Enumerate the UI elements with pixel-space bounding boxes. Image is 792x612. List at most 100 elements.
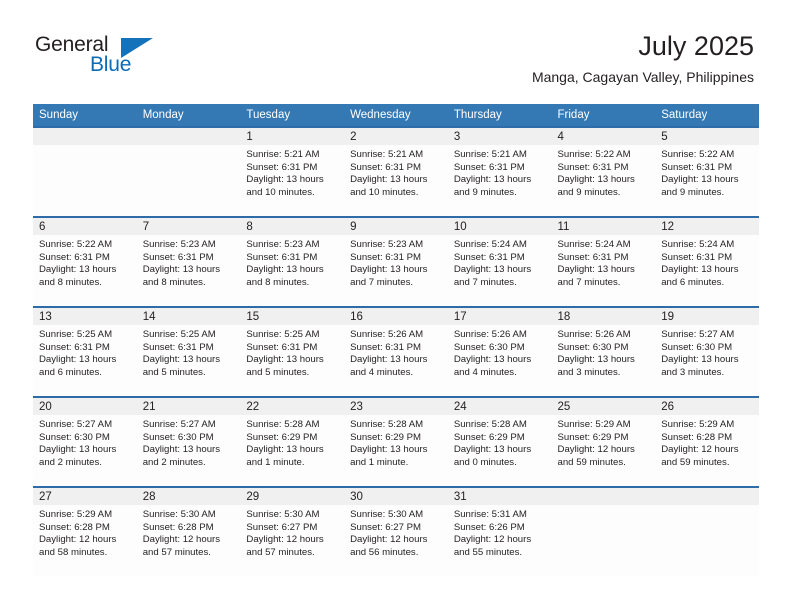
calendar-day-cell[interactable]: 2 Sunrise: 5:21 AM Sunset: 6:31 PM Daylight…	[344, 127, 448, 217]
day-daylight-text: and 0 minutes.	[453, 456, 517, 468]
calendar-day-cell[interactable]: 19 Sunrise: 5:27 AM Sunset: 6:30 PM Dayligh…	[655, 307, 759, 397]
calendar-day-cell[interactable]: 22 Sunrise: 5:28 AM Sunset: 6:29 PM Dayligh…	[240, 397, 345, 487]
calendar-day-cell[interactable]: 31 Sunrise: 5:31 AM Sunset: 6:26 PM Dayligh…	[447, 487, 552, 576]
day-sunrise-text: Sunrise: 5:24 AM	[661, 239, 735, 250]
general-blue-logo[interactable]: General Blue	[35, 33, 165, 83]
day-number: 1	[240, 128, 345, 145]
day-number: 16	[344, 308, 448, 325]
calendar-day-cell[interactable]: 3 Sunrise: 5:21 AM Sunset: 6:31 PM Daylight…	[447, 127, 552, 217]
day-daylight-text: and 5 minutes.	[246, 366, 310, 378]
day-daylight-text: Daylight: 13 hours	[350, 174, 428, 186]
calendar-day-cell[interactable]: 28 Sunrise: 5:30 AM Sunset: 6:28 PM Dayligh…	[136, 487, 241, 576]
day-sunset-text: Sunset: 6:31 PM	[453, 251, 525, 263]
day-daylight-text: Daylight: 13 hours	[350, 264, 428, 276]
day-details: Sunrise: 5:22 AM Sunset: 6:31 PM Daylight:…	[655, 145, 759, 199]
day-daylight-text: and 4 minutes.	[453, 366, 517, 378]
day-number: 4	[551, 128, 656, 145]
day-details: Sunrise: 5:22 AM Sunset: 6:31 PM Daylight:…	[552, 145, 656, 199]
day-daylight-text: and 2 minutes.	[142, 456, 206, 468]
calendar-day-cell[interactable]: 17 Sunrise: 5:26 AM Sunset: 6:30 PM Dayligh…	[447, 307, 552, 397]
day-sunset-text: Sunset: 6:30 PM	[661, 341, 733, 353]
calendar-day-cell[interactable]: 7 Sunrise: 5:23 AM Sunset: 6:31 PM Daylight…	[136, 217, 241, 307]
day-sunrise-text: Sunrise: 5:21 AM	[350, 149, 424, 160]
calendar-day-cell[interactable]: 9 Sunrise: 5:23 AM Sunset: 6:31 PM Daylight…	[344, 217, 448, 307]
weekday-header-thursday: Thursday	[447, 104, 552, 127]
day-sunset-text: Sunset: 6:30 PM	[39, 431, 110, 443]
day-daylight-text: and 5 minutes.	[142, 366, 206, 378]
day-sunrise-text: Sunrise: 5:27 AM	[39, 419, 113, 430]
day-sunset-text: Sunset: 6:29 PM	[350, 431, 422, 443]
day-sunrise-text: Sunrise: 5:25 AM	[39, 329, 113, 340]
calendar-week-row: 1 Sunrise: 5:21 AM Sunset: 6:31 PM Daylight…	[33, 127, 759, 217]
weekday-header-wednesday: Wednesday	[344, 104, 448, 127]
day-sunset-text: Sunset: 6:31 PM	[557, 251, 629, 263]
day-details: Sunrise: 5:30 AM Sunset: 6:28 PM Daylight:…	[137, 505, 241, 559]
day-sunset-text: Sunset: 6:28 PM	[142, 521, 214, 533]
calendar-day-cell[interactable]: 8 Sunrise: 5:23 AM Sunset: 6:31 PM Daylight…	[240, 217, 345, 307]
day-details: Sunrise: 5:29 AM Sunset: 6:28 PM Daylight:…	[655, 415, 759, 469]
day-sunrise-text: Sunrise: 5:26 AM	[557, 329, 631, 340]
day-details: Sunrise: 5:28 AM Sunset: 6:29 PM Daylight:…	[448, 415, 552, 469]
day-sunrise-text: Sunrise: 5:23 AM	[246, 239, 320, 250]
calendar-day-cell[interactable]: 23 Sunrise: 5:28 AM Sunset: 6:29 PM Dayligh…	[344, 397, 448, 487]
day-number: 31	[447, 488, 552, 505]
calendar-day-cell[interactable]: 21 Sunrise: 5:27 AM Sunset: 6:30 PM Dayligh…	[136, 397, 241, 487]
calendar-day-cell[interactable]: 4 Sunrise: 5:22 AM Sunset: 6:31 PM Daylight…	[551, 127, 656, 217]
calendar-day-cell[interactable]: 16 Sunrise: 5:26 AM Sunset: 6:31 PM Dayligh…	[344, 307, 448, 397]
calendar-day-cell[interactable]: 6 Sunrise: 5:22 AM Sunset: 6:31 PM Daylight…	[33, 217, 137, 307]
day-sunset-text: Sunset: 6:28 PM	[661, 431, 733, 443]
calendar-day-cell[interactable]: 26 Sunrise: 5:29 AM Sunset: 6:28 PM Dayligh…	[655, 397, 759, 487]
day-details: Sunrise: 5:22 AM Sunset: 6:31 PM Daylight:…	[33, 235, 137, 289]
day-details: Sunrise: 5:21 AM Sunset: 6:31 PM Daylight:…	[344, 145, 448, 199]
day-daylight-text: Daylight: 13 hours	[142, 354, 221, 366]
day-daylight-text: and 7 minutes.	[350, 276, 414, 288]
calendar-header-row: Sunday Monday Tuesday Wednesday Thursday…	[33, 104, 759, 127]
calendar-body: 1 Sunrise: 5:21 AM Sunset: 6:31 PM Daylight…	[33, 127, 759, 576]
calendar-day-cell[interactable]: 24 Sunrise: 5:28 AM Sunset: 6:29 PM Dayligh…	[447, 397, 552, 487]
day-details: Sunrise: 5:21 AM Sunset: 6:31 PM Daylight:…	[448, 145, 552, 199]
day-details: Sunrise: 5:29 AM Sunset: 6:29 PM Daylight:…	[552, 415, 656, 469]
calendar-day-cell[interactable]: 29 Sunrise: 5:30 AM Sunset: 6:27 PM Dayligh…	[240, 487, 345, 576]
calendar-day-cell[interactable]: 13 Sunrise: 5:25 AM Sunset: 6:31 PM Dayligh…	[33, 307, 137, 397]
calendar-day-cell[interactable]: 5 Sunrise: 5:22 AM Sunset: 6:31 PM Daylight…	[655, 127, 759, 217]
day-number: 27	[33, 488, 137, 505]
day-details: Sunrise: 5:23 AM Sunset: 6:31 PM Daylight:…	[137, 235, 241, 289]
day-number: 5	[655, 128, 759, 145]
day-details: Sunrise: 5:23 AM Sunset: 6:31 PM Daylight:…	[240, 235, 344, 289]
calendar-day-cell[interactable]: 27 Sunrise: 5:29 AM Sunset: 6:28 PM Dayligh…	[33, 487, 137, 576]
day-number: 14	[136, 308, 241, 325]
day-daylight-text: and 57 minutes.	[142, 546, 211, 558]
location-subtitle: Manga, Cagayan Valley, Philippines	[531, 69, 754, 85]
day-daylight-text: and 8 minutes.	[39, 276, 102, 288]
calendar-day-cell[interactable]: 10 Sunrise: 5:24 AM Sunset: 6:31 PM Dayligh…	[447, 217, 552, 307]
day-daylight-text: Daylight: 13 hours	[246, 444, 324, 456]
calendar-grid: Sunday Monday Tuesday Wednesday Thursday…	[33, 104, 759, 576]
day-number: 22	[240, 398, 345, 415]
calendar-day-cell[interactable]: 11 Sunrise: 5:24 AM Sunset: 6:31 PM Dayligh…	[551, 217, 656, 307]
day-daylight-text: Daylight: 13 hours	[39, 264, 117, 276]
day-sunrise-text: Sunrise: 5:29 AM	[661, 419, 735, 430]
calendar-day-cell[interactable]: 30 Sunrise: 5:30 AM Sunset: 6:27 PM Dayligh…	[344, 487, 448, 576]
day-daylight-text: and 6 minutes.	[661, 276, 725, 288]
day-details: Sunrise: 5:31 AM Sunset: 6:26 PM Daylight:…	[448, 505, 552, 559]
day-daylight-text: and 1 minute.	[350, 456, 409, 468]
calendar-day-cell-empty	[136, 127, 241, 217]
day-daylight-text: Daylight: 13 hours	[453, 174, 532, 186]
day-details: Sunrise: 5:23 AM Sunset: 6:31 PM Daylight:…	[344, 235, 448, 289]
calendar-day-cell[interactable]: 20 Sunrise: 5:27 AM Sunset: 6:30 PM Dayligh…	[33, 397, 137, 487]
day-sunrise-text: Sunrise: 5:23 AM	[350, 239, 424, 250]
calendar-day-cell[interactable]: 25 Sunrise: 5:29 AM Sunset: 6:29 PM Dayligh…	[551, 397, 656, 487]
calendar-page: General Blue July 2025 Manga, Cagayan Va…	[0, 0, 792, 612]
day-daylight-text: and 3 minutes.	[557, 366, 621, 378]
calendar-day-cell[interactable]: 1 Sunrise: 5:21 AM Sunset: 6:31 PM Daylight…	[240, 127, 345, 217]
day-daylight-text: and 4 minutes.	[350, 366, 414, 378]
day-daylight-text: Daylight: 12 hours	[142, 534, 221, 546]
day-daylight-text: and 10 minutes.	[246, 186, 315, 198]
calendar-day-cell[interactable]: 18 Sunrise: 5:26 AM Sunset: 6:30 PM Dayligh…	[551, 307, 656, 397]
day-number: 30	[344, 488, 448, 505]
day-number	[136, 128, 241, 145]
day-sunset-text: Sunset: 6:31 PM	[453, 161, 525, 173]
calendar-day-cell[interactable]: 14 Sunrise: 5:25 AM Sunset: 6:31 PM Dayligh…	[136, 307, 241, 397]
calendar-day-cell[interactable]: 12 Sunrise: 5:24 AM Sunset: 6:31 PM Dayligh…	[655, 217, 759, 307]
calendar-day-cell[interactable]: 15 Sunrise: 5:25 AM Sunset: 6:31 PM Dayligh…	[240, 307, 345, 397]
